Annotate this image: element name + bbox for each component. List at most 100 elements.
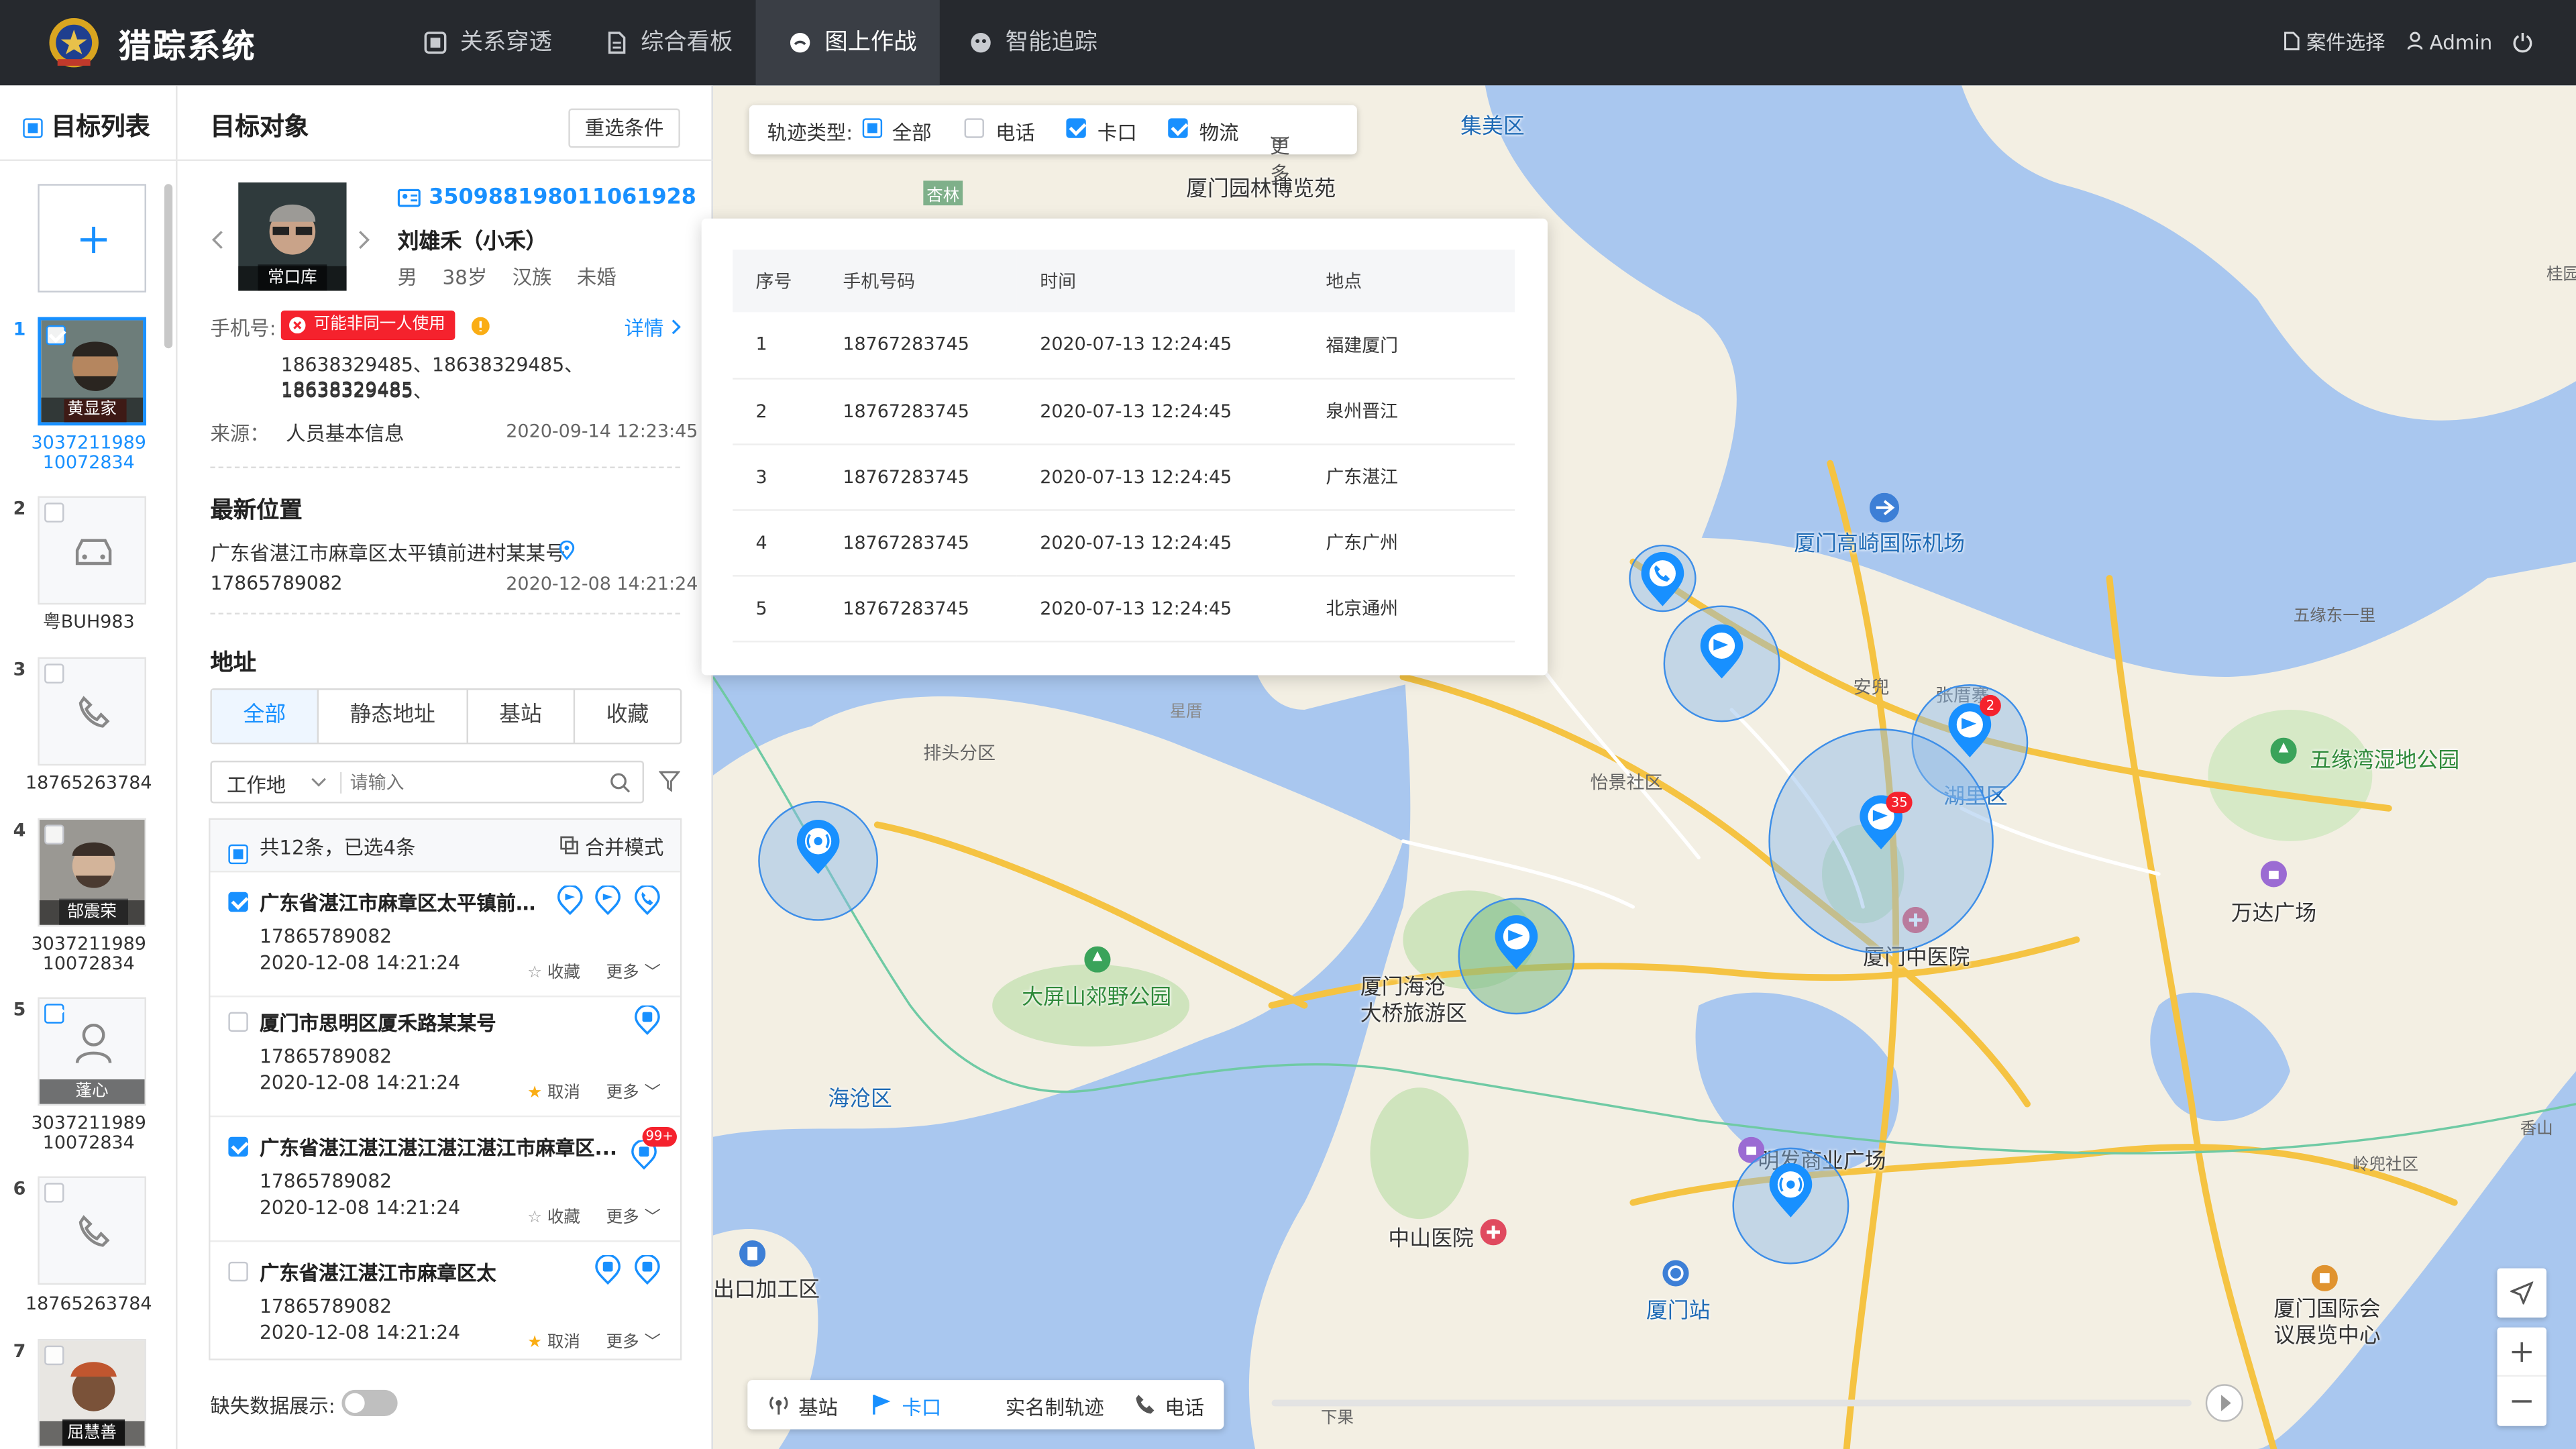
target-checkbox[interactable] — [44, 1004, 64, 1024]
filter-select[interactable]: 工作地 — [227, 771, 286, 799]
legend-real-name-track[interactable]: 实名制轨迹 — [1006, 1393, 1104, 1421]
target-card-5[interactable]: 蓬心 — [38, 997, 146, 1106]
tab-static-address[interactable]: 静态地址 — [319, 690, 468, 743]
table-row[interactable]: 5 18767283745 2020-07-13 12:24:45 北京通州 — [733, 575, 1515, 642]
select-all-checkbox[interactable] — [23, 117, 43, 138]
search-input[interactable] — [350, 765, 596, 799]
zoom-out-button[interactable] — [2497, 1377, 2546, 1426]
filter-all-label[interactable]: 全部 — [892, 118, 932, 146]
select-all-addresses-checkbox[interactable] — [228, 843, 248, 863]
legend-checkpoint[interactable]: 卡口 — [902, 1393, 942, 1421]
target-id-label: 3037211989 10072834 — [0, 433, 177, 474]
favorite-button[interactable]: ☆ 收藏 — [527, 1203, 580, 1227]
tab-favorites[interactable]: 收藏 — [575, 690, 680, 743]
table-row[interactable]: 4 18767283745 2020-07-13 12:24:45 广东广州 — [733, 509, 1515, 576]
target-card-3[interactable] — [38, 657, 146, 766]
phone-marker-icon[interactable] — [1640, 551, 1686, 608]
address-checkbox[interactable] — [228, 1261, 248, 1282]
power-icon[interactable] — [2512, 32, 2534, 53]
checkpoint-pin-icon[interactable] — [595, 885, 621, 916]
address-item[interactable]: 广东省湛江市麻章区太平镇前进... 17865789082 2020-12-08… — [210, 872, 680, 998]
address-item[interactable]: 广东省湛江湛江市麻章区太 17865789082 2020-12-08 14:2… — [210, 1242, 680, 1366]
table-row[interactable]: 3 18767283745 2020-07-13 12:24:45 广东湛江 — [733, 443, 1515, 511]
filter-checkpoint-checkbox[interactable] — [1066, 118, 1086, 138]
tab-all[interactable]: 全部 — [211, 690, 319, 743]
table-row[interactable]: 2 18767283745 2020-07-13 12:24:45 泉州晋江 — [733, 378, 1515, 445]
zoom-in-button[interactable] — [2497, 1328, 2546, 1377]
bus-pin-icon[interactable] — [595, 1255, 621, 1285]
filter-icon[interactable] — [659, 771, 680, 792]
person-icon — [75, 1023, 112, 1064]
filter-all-checkbox[interactable] — [862, 118, 883, 138]
filter-checkpoint-label[interactable]: 卡口 — [1097, 118, 1137, 146]
target-checkbox[interactable] — [44, 824, 64, 845]
filter-logistics-checkbox[interactable] — [1168, 118, 1188, 138]
detail-link[interactable]: 详情 — [625, 314, 682, 342]
target-card-7[interactable]: 屈慧善 — [38, 1338, 146, 1448]
missing-data-toggle[interactable] — [341, 1389, 398, 1417]
more-button[interactable]: 更多 ﹀ — [606, 1203, 661, 1227]
add-target-button[interactable] — [38, 184, 146, 292]
filter-logistics-label[interactable]: 物流 — [1199, 118, 1239, 146]
table-row[interactable]: 1 18767283745 2020-07-13 12:24:45 福建厦门 — [733, 312, 1515, 379]
target-checkbox[interactable] — [44, 1345, 64, 1366]
id-number[interactable]: 350988198011061928 — [429, 186, 696, 211]
chevron-right-icon[interactable] — [356, 230, 370, 250]
legend-phone[interactable]: 电话 — [1165, 1393, 1204, 1421]
cell: 3 — [733, 443, 820, 511]
info-icon[interactable] — [471, 317, 490, 335]
bus-pin-icon[interactable] — [634, 1005, 660, 1035]
target-card-4[interactable]: 郜震荣 — [38, 818, 146, 927]
address-checkbox[interactable] — [228, 1136, 248, 1157]
play-icon[interactable] — [2205, 1383, 2245, 1423]
chevron-down-icon[interactable] — [311, 777, 327, 787]
nav-map-battle[interactable]: 图上作战 — [755, 0, 940, 86]
user-menu[interactable]: Admin — [2407, 0, 2492, 85]
scrollbar[interactable] — [164, 184, 173, 349]
target-label: 18765263784 — [25, 1293, 152, 1315]
phone-pin-icon[interactable] — [634, 885, 660, 916]
reset-conditions-button[interactable]: 重选条件 — [568, 108, 680, 148]
checkpoint-marker-icon[interactable] — [1493, 915, 1540, 971]
address-item[interactable]: 厦门市思明区厦禾路某某号 17865789082 2020-12-08 14:2… — [210, 992, 680, 1118]
locate-button[interactable] — [2497, 1268, 2546, 1318]
search-icon[interactable] — [610, 772, 631, 794]
target-checkbox[interactable] — [44, 1183, 64, 1203]
target-caption: 屈慧善 — [39, 1421, 145, 1446]
more-button[interactable]: 更多 ﹀ — [606, 1328, 661, 1352]
target-card-1[interactable]: 黄显家 — [38, 317, 146, 426]
nav-relation[interactable]: 关系穿透 — [417, 0, 565, 85]
filter-phone-label[interactable]: 电话 — [996, 118, 1035, 146]
favorite-button[interactable]: ☆ 收藏 — [527, 958, 580, 983]
chevron-left-icon[interactable] — [211, 230, 225, 250]
base-station-marker-icon[interactable] — [1768, 1163, 1814, 1219]
target-checkbox[interactable] — [46, 325, 66, 345]
base-station-marker-icon[interactable] — [795, 820, 841, 875]
more-button[interactable]: 更多 ﹀ — [606, 1078, 661, 1102]
tab-base-station[interactable]: 基站 — [468, 690, 575, 743]
case-select-button[interactable]: 案件选择 — [2284, 0, 2385, 85]
timeline-track[interactable] — [1271, 1399, 2192, 1407]
target-card-6[interactable] — [38, 1176, 146, 1285]
address-checkbox[interactable] — [228, 1012, 248, 1032]
address-item[interactable]: 广东省湛江湛江湛江湛江湛江市麻章区... 17865789082 2020-12… — [210, 1117, 680, 1242]
target-checkbox[interactable] — [44, 502, 64, 523]
address-checkbox[interactable] — [228, 892, 248, 912]
target-card-2[interactable] — [38, 496, 146, 605]
filter-label: 轨迹类型: — [767, 121, 853, 145]
merge-mode-button[interactable]: 合并模式 — [585, 833, 664, 861]
nav-dashboard[interactable]: 综合看板 — [598, 0, 745, 85]
cell: 18767283745 — [820, 575, 1017, 642]
nav-tracking[interactable]: 智能追踪 — [963, 0, 1110, 85]
filter-phone-checkbox[interactable] — [964, 118, 984, 138]
unfavorite-button[interactable]: ★ 取消 — [527, 1328, 580, 1352]
legend-base-station[interactable]: 基站 — [798, 1393, 838, 1421]
checkpoint-pin-icon[interactable] — [557, 885, 583, 916]
more-button[interactable]: 更多 ﹀ — [606, 958, 661, 983]
target-checkbox[interactable] — [44, 663, 64, 684]
bus-pin-icon[interactable] — [634, 1255, 660, 1285]
unfavorite-button[interactable]: ★ 取消 — [527, 1078, 580, 1102]
checkpoint-marker-icon[interactable] — [1699, 624, 1745, 680]
cell: 1 — [733, 312, 820, 379]
location-pin-icon[interactable] — [559, 540, 575, 560]
